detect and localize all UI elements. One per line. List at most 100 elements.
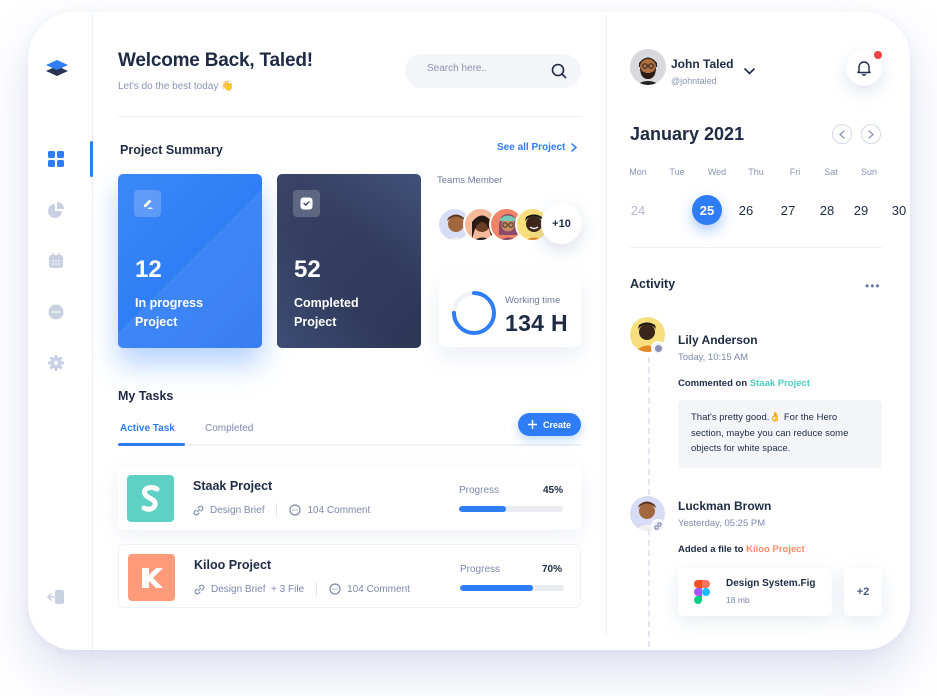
completed-label: Completed Project: [294, 296, 359, 329]
more-options-icon[interactable]: •••: [865, 279, 881, 293]
task-row[interactable]: Staak Project Design Brief 104 Comment P…: [118, 466, 581, 530]
calendar-day-selected[interactable]: 25: [692, 195, 722, 225]
plus-icon: [527, 420, 537, 429]
calendar-day[interactable]: 30: [884, 195, 910, 225]
calendar-month: January 2021: [630, 124, 745, 144]
calendar-prev-button[interactable]: [832, 124, 852, 144]
bell-icon: [857, 61, 871, 76]
layers-logo-icon[interactable]: [45, 58, 69, 83]
progress-fill: [460, 585, 533, 591]
day-of-week: Thu: [748, 167, 764, 177]
calendar-day[interactable]: 28: [812, 195, 842, 225]
search-input[interactable]: [427, 63, 537, 74]
day-of-week: Tue: [669, 167, 685, 177]
progress-percent: 70%: [541, 564, 562, 575]
figma-file-icon: [694, 580, 710, 604]
completed-card[interactable]: 52 Completed Project: [277, 174, 421, 348]
activity-time: Yesterday, 05:25 PM: [678, 518, 766, 529]
task-row[interactable]: Kiloo Project Design Brief + 3 File 104 …: [118, 544, 581, 608]
more-files-button[interactable]: +2: [844, 568, 882, 616]
tab-active-task[interactable]: Active Task: [118, 423, 185, 446]
staak-logo-icon: [127, 475, 174, 522]
comment-icon: [289, 504, 302, 516]
day-of-week: Sat: [824, 167, 838, 177]
progress-percent: 45%: [542, 485, 563, 496]
working-time-ring: [452, 291, 496, 335]
dashboard-icon[interactable]: [47, 150, 65, 168]
progress-label: Progress: [459, 485, 500, 496]
calendar-day[interactable]: 27: [773, 195, 803, 225]
calendar-day[interactable]: 29: [846, 195, 876, 225]
task-brief[interactable]: Design Brief: [210, 505, 264, 516]
file-name: Design System.Fig: [726, 578, 816, 589]
calendar-next-button[interactable]: [861, 124, 881, 144]
task-brief[interactable]: Design Brief + 3 File: [211, 584, 304, 595]
task-name: Kiloo Project: [194, 558, 272, 572]
comment-badge-icon: [651, 341, 665, 355]
working-time-value: 134 H: [505, 310, 568, 336]
task-comments[interactable]: 104 Comment: [347, 584, 410, 595]
settings-icon[interactable]: [47, 354, 65, 372]
chat-icon[interactable]: [47, 303, 65, 321]
profile-name: John Taled: [671, 57, 734, 71]
active-nav-indicator: [90, 141, 93, 177]
search-icon[interactable]: [551, 63, 567, 84]
right-panel: John Taled @johntaled January 2021 Mon T…: [607, 12, 910, 650]
checkbox-icon: [293, 190, 320, 217]
page-subtitle: Let's do the best today 👋: [118, 81, 234, 92]
activity-title: Activity: [630, 277, 676, 291]
link-badge-icon: [651, 519, 665, 533]
file-attachment[interactable]: Design System.Fig 18 mb: [678, 568, 832, 616]
day-of-week: Fri: [789, 167, 801, 177]
see-all-label: See all Project: [497, 142, 566, 153]
in-progress-label: In progress Project: [135, 296, 204, 329]
activity-action: Added a file to: [678, 544, 744, 555]
day-of-week: Sun: [860, 167, 877, 177]
task-tabs: Active Task Completed: [118, 421, 582, 446]
task-meta: Design Brief 104 Comment: [193, 503, 370, 517]
page-title: Welcome Back, Taled!: [118, 50, 313, 71]
teams-member-label: Teams Member: [437, 175, 503, 186]
header-divider: [118, 116, 582, 117]
calendar-icon[interactable]: [47, 252, 65, 270]
activity-time: Today, 10:15 AM: [678, 352, 749, 363]
comment-icon: [329, 583, 341, 595]
working-time-card: Working time 134 H: [439, 279, 581, 347]
in-progress-card[interactable]: 12 In progress Project: [118, 174, 262, 348]
task-meta: Design Brief + 3 File 104 Comment: [194, 582, 410, 596]
activity-target-link[interactable]: Kiloo Project: [746, 544, 805, 555]
search-bar[interactable]: [405, 54, 581, 88]
activity-action: Commented on: [678, 378, 748, 389]
logout-icon[interactable]: [47, 588, 65, 606]
activity-user-name: Luckman Brown: [678, 499, 772, 513]
dashboard-window: Welcome Back, Taled! Let's do the best t…: [28, 12, 910, 650]
project-summary-title: Project Summary: [120, 143, 223, 157]
create-task-button[interactable]: Create: [518, 413, 581, 436]
activity-description: Commented on Staak Project: [678, 378, 810, 389]
activity-description: Added a file to Kiloo Project: [678, 544, 805, 555]
pie-chart-icon[interactable]: [47, 201, 65, 219]
task-comments[interactable]: 104 Comment: [307, 505, 370, 516]
my-tasks-title: My Tasks: [118, 389, 174, 403]
see-all-projects-link[interactable]: See all Project: [497, 142, 578, 153]
activity-target-link[interactable]: Staak Project: [750, 378, 810, 389]
tab-completed[interactable]: Completed: [205, 423, 253, 434]
kiloo-logo-icon: [128, 554, 175, 601]
meta-divider: [316, 582, 318, 596]
chevron-right-icon: [868, 129, 874, 139]
calendar-day[interactable]: 24: [623, 195, 653, 225]
calendar-divider: [630, 247, 882, 248]
activity-user-name: Lily Anderson: [678, 333, 758, 347]
chevron-down-icon[interactable]: [744, 62, 755, 80]
sidebar: [28, 12, 93, 650]
meta-divider: [276, 503, 278, 517]
notification-button[interactable]: [846, 50, 882, 86]
chevron-right-icon: [571, 143, 578, 152]
create-label: Create: [542, 419, 571, 430]
calendar-day[interactable]: 26: [731, 195, 761, 225]
main-content: Welcome Back, Taled! Let's do the best t…: [94, 12, 606, 650]
profile-avatar[interactable]: [630, 49, 666, 85]
more-members-button[interactable]: +10: [541, 203, 582, 244]
progress-bar: [459, 506, 563, 512]
day-of-week: Mon: [629, 167, 647, 177]
